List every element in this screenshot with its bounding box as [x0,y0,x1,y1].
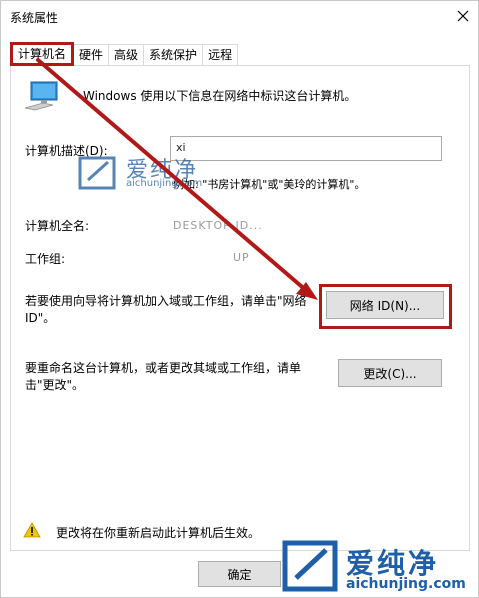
tab-hardware[interactable]: 硬件 [73,44,110,66]
system-properties-dialog: 系统属性 计算机名 硬件 高级 系统保护 远程 Windows 使用以下信息在网… [0,0,479,598]
computer-icon [24,81,58,111]
restart-warning: 更改将在你重新启动此计算机后生效。 [56,526,261,540]
watermark-logo-icon [78,156,116,190]
warning-icon [23,522,41,538]
full-name-label: 计算机全名: [25,219,90,233]
network-id-highlight [319,284,452,329]
tab-system-protection[interactable]: 系统保护 [143,44,204,66]
watermark-small: 爱纯净 aichunjing.com [78,152,226,194]
watermark-url-large: aichunjing.com [346,576,466,592]
network-id-text: 若要使用向导将计算机加入域或工作组，请单击"网络 ID"。 [25,294,307,325]
tab-strip: 计算机名 硬件 高级 系统保护 远程 [10,42,239,66]
window-title: 系统属性 [10,11,59,25]
intro-text: Windows 使用以下信息在网络中标识这台计算机。 [83,89,357,103]
close-button[interactable] [447,1,479,31]
watermark-logo-large-icon [282,540,338,592]
title-bar: 系统属性 [1,1,478,31]
watermark-large: 爱纯净 aichunjing.com [276,536,476,596]
tab-advanced[interactable]: 高级 [108,44,145,66]
watermark-url: aichunjing.com [126,178,203,189]
rename-text: 要重命名这台计算机，或者更改其域或工作组，请单击"更改"。 [25,361,302,392]
change-button[interactable]: 更改(C)... [338,359,442,387]
tab-computer-name[interactable]: 计算机名 [10,42,75,66]
workgroup-label: 工作组: [25,252,66,266]
close-icon [457,10,469,22]
ok-button[interactable]: 确定 [198,561,281,587]
tab-remote[interactable]: 远程 [202,44,239,66]
workgroup-value: UP [233,251,250,264]
full-name-value: DESKTOP-ID... [173,219,263,232]
